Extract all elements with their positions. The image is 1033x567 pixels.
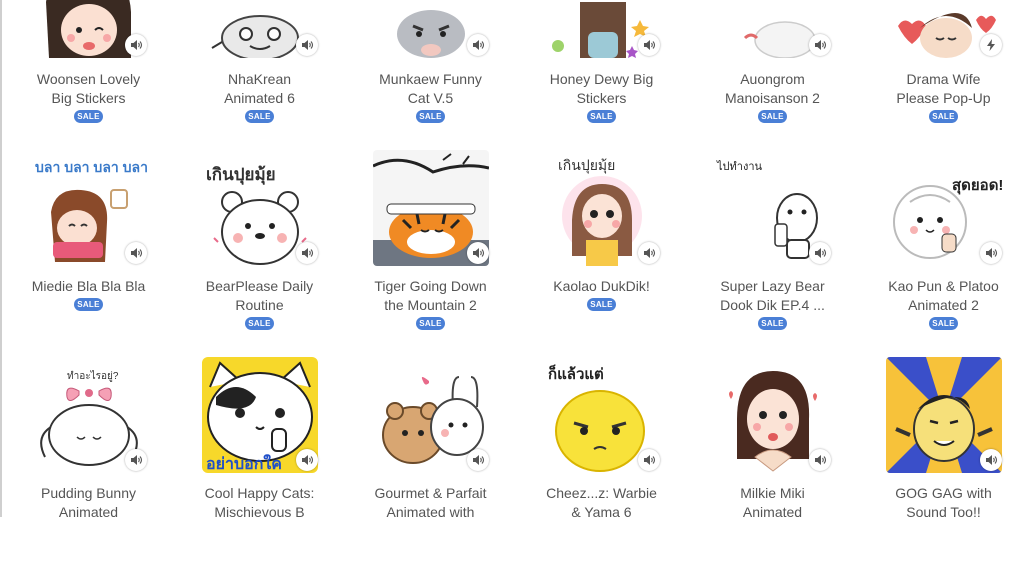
sticker-title[interactable]: Munkaew Funny Cat V.5 (345, 70, 516, 108)
sticker-card-pudding-bunny[interactable]: ทำอะไรอยู่? Pudding Bunny Animated (3, 357, 174, 563)
sticker-title[interactable]: Tiger Going Down the Mountain 2 (345, 277, 516, 315)
sticker-title[interactable]: Super Lazy Bear Dook Dik EP.4 ... (687, 277, 858, 315)
sale-badge: SALE (929, 317, 958, 330)
sticker-title[interactable]: Honey Dewy Big Stickers (516, 70, 687, 108)
sale-badge: SALE (245, 317, 274, 330)
speaker-icon[interactable] (638, 242, 660, 264)
sticker-grid: Woonsen Lovely Big Stickers SALE NhaKrea… (3, 0, 1033, 520)
speaker-icon[interactable] (296, 34, 318, 56)
speaker-icon[interactable] (467, 449, 489, 471)
sale-badge: SALE (758, 317, 787, 330)
sale-badge: SALE (245, 110, 274, 123)
sticker-title[interactable]: BearPlease Daily Routine (174, 277, 345, 315)
sticker-card-milkie-miki[interactable]: Milkie Miki Animated (687, 357, 858, 563)
sticker-card-cool-happy-cats[interactable]: อย่าบอกใค Cool Happy Cats: Mischievous B (174, 357, 345, 563)
sticker-card-bearplease[interactable]: เกินปุยมุ้ย BearPlease Daily Routine SAL… (174, 150, 345, 356)
speaker-icon[interactable] (980, 242, 1002, 264)
page-left-border (0, 0, 2, 517)
speaker-icon[interactable] (125, 34, 147, 56)
sticker-title[interactable]: Drama Wife Please Pop-Up (858, 70, 1029, 108)
sticker-row-3: ทำอะไรอยู่? Pudding Bunny Animated อย่าบ… (3, 357, 1033, 567)
sticker-card-gourmet-parfait[interactable]: Gourmet & Parfait Animated with (345, 357, 516, 563)
sale-badge: SALE (416, 317, 445, 330)
sticker-title[interactable]: Cheez...z: Warbie & Yama 6 (516, 484, 687, 522)
speaker-icon[interactable] (638, 34, 660, 56)
sticker-art-text: ทำอะไรอยู่? (67, 370, 119, 382)
sticker-art-text: ไปทำงาน (716, 160, 762, 173)
sticker-title[interactable]: Gourmet & Parfait Animated with (345, 484, 516, 522)
sticker-card-tiger[interactable]: Tiger Going Down the Mountain 2 SALE (345, 150, 516, 356)
speaker-icon[interactable] (467, 34, 489, 56)
sale-badge: SALE (929, 110, 958, 123)
speaker-icon[interactable] (809, 449, 831, 471)
sticker-title[interactable]: Kaolao DukDik! (516, 277, 687, 296)
sticker-art-text: เกินปุยมุ้ย (558, 157, 615, 174)
speaker-icon[interactable] (809, 242, 831, 264)
sale-badge: SALE (416, 110, 445, 123)
speaker-icon[interactable] (125, 449, 147, 471)
speaker-icon[interactable] (125, 242, 147, 264)
sale-badge: SALE (758, 110, 787, 123)
sticker-art-text: บลา บลา บลา บลา (35, 159, 147, 175)
sticker-card-kao-pun[interactable]: สุดยอด! Kao Pun & Platoo Animated 2 SALE (858, 150, 1029, 356)
sticker-title[interactable]: Milkie Miki Animated (687, 484, 858, 522)
sale-badge: SALE (74, 110, 103, 123)
sale-badge: SALE (587, 110, 616, 123)
sticker-card-miedie[interactable]: บลา บลา บลา บลา Miedie Bla Bla Bla SALE (3, 150, 174, 356)
sale-badge: SALE (587, 298, 616, 311)
speaker-icon[interactable] (980, 449, 1002, 471)
sticker-title[interactable]: GOG GAG with Sound Too!! (858, 484, 1029, 522)
sticker-title[interactable]: Kao Pun & Platoo Animated 2 (858, 277, 1029, 315)
sticker-art-text: ก็แล้วแต่ (548, 364, 604, 383)
sticker-title[interactable]: NhaKrean Animated 6 (174, 70, 345, 108)
speaker-icon[interactable] (467, 242, 489, 264)
speaker-icon[interactable] (638, 449, 660, 471)
sticker-art-text: เกินปุยมุ้ย (206, 165, 276, 185)
sticker-card-gog-gag[interactable]: GOG GAG with Sound Too!! (858, 357, 1029, 563)
speaker-icon[interactable] (296, 449, 318, 471)
sticker-art-text: สุดยอด! (952, 177, 1002, 195)
sticker-title[interactable]: Miedie Bla Bla Bla (3, 277, 174, 296)
sticker-title[interactable]: Woonsen Lovely Big Stickers (3, 70, 174, 108)
sticker-card-cheezz[interactable]: ก็แล้วแต่ Cheez...z: Warbie & Yama 6 (516, 357, 687, 563)
sticker-art-text: อย่าบอกใค (206, 454, 282, 473)
lightning-icon[interactable] (980, 34, 1002, 56)
sale-badge: SALE (74, 298, 103, 311)
sticker-title[interactable]: Auongrom Manoisanson 2 (687, 70, 858, 108)
sticker-card-super-lazy-bear[interactable]: ไปทำงาน Super Lazy Bear Dook Dik EP.4 ..… (687, 150, 858, 356)
sticker-row-2: บลา บลา บลา บลา Miedie Bla Bla Bla SALE (3, 150, 1033, 360)
sticker-title[interactable]: Cool Happy Cats: Mischievous B (174, 484, 345, 522)
speaker-icon[interactable] (809, 34, 831, 56)
sticker-title[interactable]: Pudding Bunny Animated (3, 484, 174, 522)
speaker-icon[interactable] (296, 242, 318, 264)
sticker-card-kaolao[interactable]: เกินปุยมุ้ย Kaolao DukDik! SALE (516, 150, 687, 356)
